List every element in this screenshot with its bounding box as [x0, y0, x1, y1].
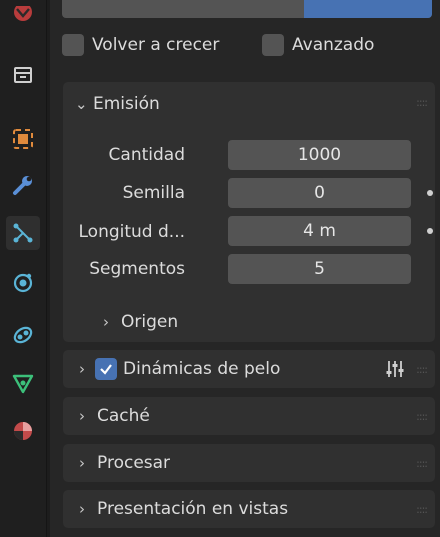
regrow-checkbox[interactable]	[62, 34, 84, 56]
properties-panel: Volver a crecer Avanzado ⌄ Emisión :::: …	[50, 0, 440, 537]
cache-label: Caché	[97, 406, 150, 426]
chevron-right-icon: ›	[103, 313, 109, 331]
hair-dynamics-panel-header[interactable]: › Dinámicas de pelo ::::	[63, 350, 435, 388]
data-icon[interactable]	[6, 366, 40, 400]
properties-tab-sidebar	[0, 0, 47, 537]
drag-handle-icon[interactable]: ::::	[416, 363, 428, 376]
drag-handle-icon[interactable]: ::::	[416, 410, 428, 423]
material-icon[interactable]	[6, 414, 40, 448]
segments-label: Segmentos	[89, 259, 185, 279]
render-label: Procesar	[97, 453, 171, 473]
regrow-label: Volver a crecer	[92, 35, 220, 55]
chevron-right-icon: ›	[79, 407, 85, 425]
presets-sliders-icon[interactable]	[385, 359, 405, 384]
emission-header[interactable]: ⌄ Emisión	[75, 92, 160, 116]
segments-field[interactable]: 5	[228, 254, 411, 284]
particles-icon[interactable]	[6, 216, 40, 250]
object-icon[interactable]	[6, 122, 40, 156]
emission-title: Emisión	[93, 94, 160, 114]
render-panel-header[interactable]: › Procesar ::::	[63, 444, 435, 482]
chevron-down-icon: ⌄	[75, 95, 88, 113]
viewport-display-label: Presentación en vistas	[97, 499, 289, 519]
origin-subpanel-header[interactable]: › Origen	[103, 312, 178, 332]
advanced-label: Avanzado	[292, 35, 375, 55]
chevron-right-icon: ›	[79, 360, 85, 378]
modifier-wrench-icon[interactable]	[6, 168, 40, 202]
seed-label: Semilla	[122, 183, 185, 203]
hair-dynamics-label: Dinámicas de pelo	[123, 359, 281, 379]
top-bar-fragment	[62, 0, 432, 18]
chevron-right-icon: ›	[79, 454, 85, 472]
drag-handle-icon[interactable]: ::::	[416, 96, 428, 109]
advanced-checkbox-row[interactable]: Avanzado	[262, 30, 374, 60]
hair-dynamics-checkbox[interactable]	[95, 358, 117, 380]
seed-field[interactable]: 0	[228, 178, 411, 208]
cache-panel-header[interactable]: › Caché ::::	[63, 397, 435, 435]
animate-property-icon[interactable]	[427, 228, 433, 234]
count-label: Cantidad	[108, 145, 185, 165]
drag-handle-icon[interactable]: ::::	[416, 503, 428, 516]
viewport-display-panel-header[interactable]: › Presentación en vistas ::::	[63, 490, 435, 528]
world-icon[interactable]	[6, 0, 40, 34]
collection-icon[interactable]	[6, 58, 40, 92]
length-label: Longitud d...	[78, 222, 186, 242]
advanced-checkbox[interactable]	[262, 34, 284, 56]
chevron-right-icon: ›	[79, 500, 85, 518]
emission-panel: ⌄ Emisión :::: Cantidad 1000 Semilla 0 L…	[63, 82, 435, 342]
constraints-icon[interactable]	[6, 318, 40, 352]
origin-label: Origen	[121, 312, 179, 332]
regrow-checkbox-row[interactable]: Volver a crecer	[62, 30, 219, 60]
animate-property-icon[interactable]	[427, 190, 433, 196]
count-field[interactable]: 1000	[228, 140, 411, 170]
physics-icon[interactable]	[6, 266, 40, 300]
drag-handle-icon[interactable]: ::::	[416, 457, 428, 470]
length-field[interactable]: 4 m	[228, 216, 411, 246]
